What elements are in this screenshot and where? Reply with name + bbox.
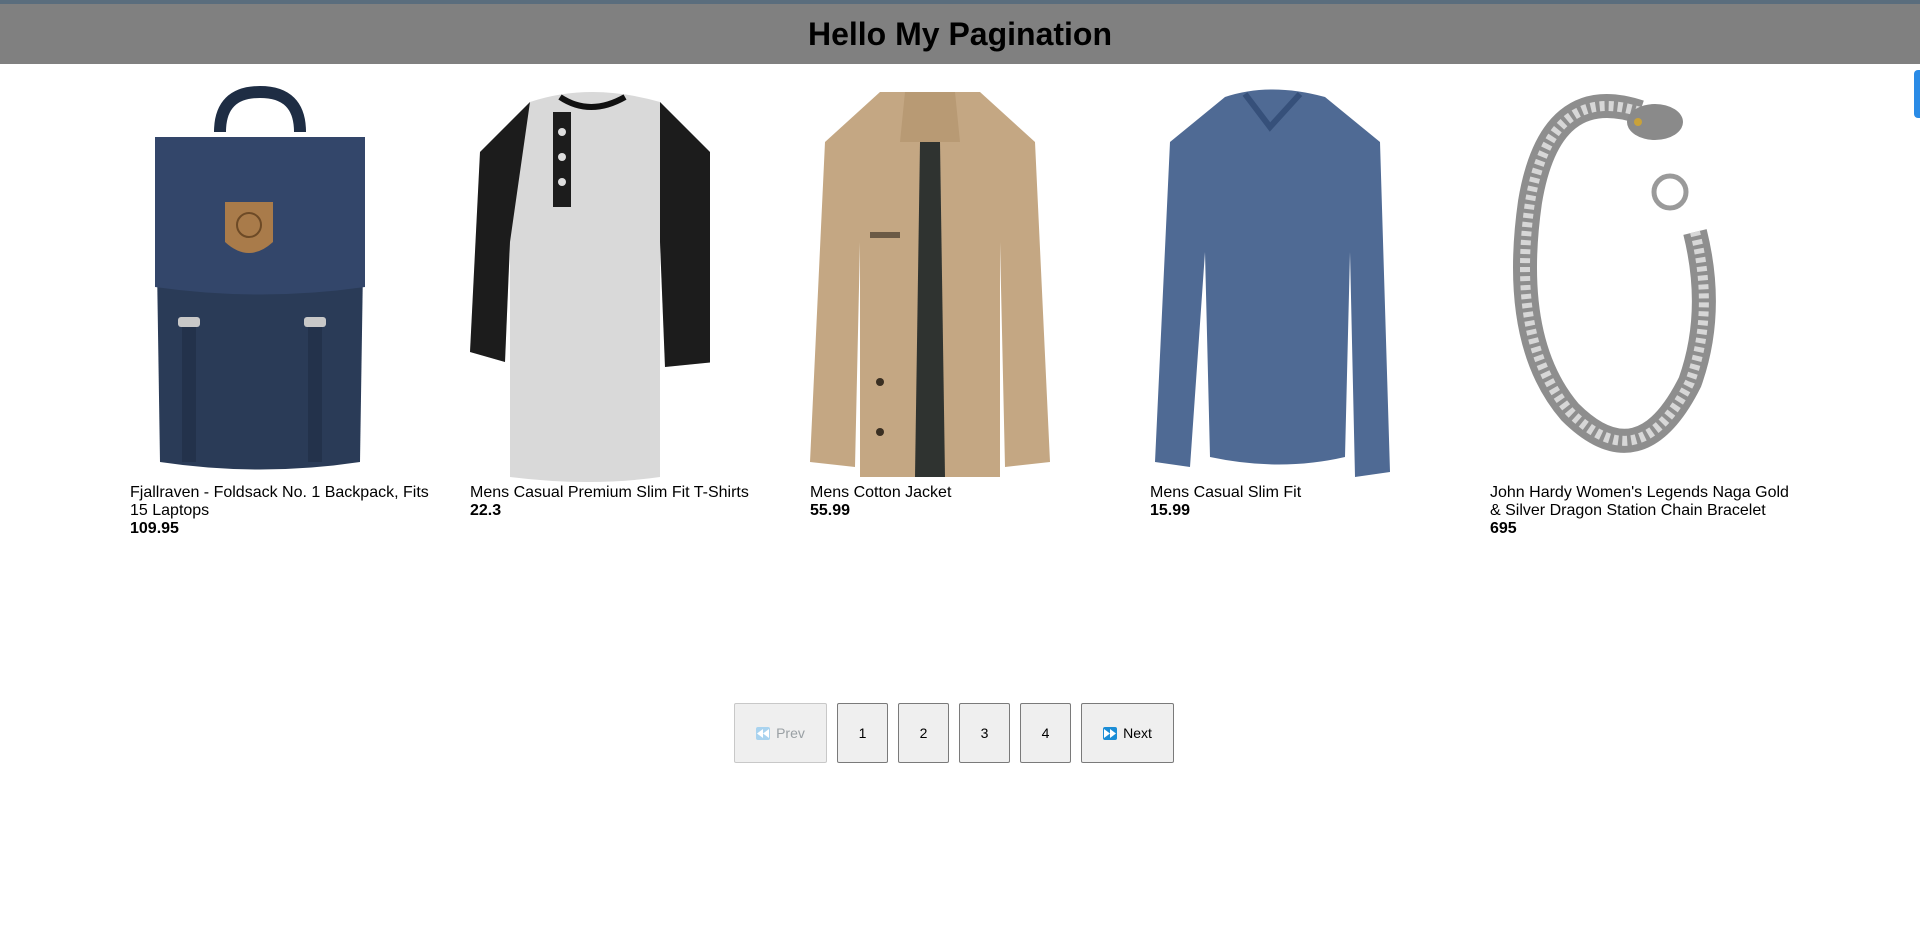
page-button-4[interactable]: 4 <box>1020 703 1071 763</box>
next-label: Next <box>1123 725 1152 741</box>
fast-forward-icon <box>1103 726 1118 740</box>
product-price: 22.3 <box>470 502 502 519</box>
page-button-1[interactable]: 1 <box>837 703 888 763</box>
page-button-3[interactable]: 3 <box>959 703 1010 763</box>
product-price: 695 <box>1490 520 1517 537</box>
product-price: 55.99 <box>810 502 851 519</box>
product-card[interactable]: Mens Casual Slim Fit 15.99 <box>1150 82 1490 538</box>
product-image-longsleeve[interactable] <box>1150 82 1390 482</box>
prev-label: Prev <box>776 725 805 741</box>
product-image-shirt[interactable] <box>470 82 710 482</box>
product-grid: Fjallraven - Foldsack No. 1 Backpack, Fi… <box>130 82 1830 538</box>
product-card[interactable]: Mens Cotton Jacket 55.99 <box>810 82 1150 538</box>
product-image-backpack[interactable] <box>130 82 370 482</box>
product-title: Mens Casual Premium Slim Fit T-Shirts <box>470 484 749 501</box>
rewind-icon <box>756 726 771 740</box>
product-title: Fjallraven - Foldsack No. 1 Backpack, Fi… <box>130 484 429 519</box>
page-button-2[interactable]: 2 <box>898 703 949 763</box>
product-price: 109.95 <box>130 520 179 537</box>
scroll-tab[interactable] <box>1914 70 1920 118</box>
page-header: Hello My Pagination <box>0 4 1920 64</box>
product-price: 15.99 <box>1150 502 1191 519</box>
product-card[interactable]: John Hardy Women's Legends Naga Gold & S… <box>1490 82 1830 538</box>
product-image-bracelet[interactable] <box>1490 82 1730 482</box>
product-title: John Hardy Women's Legends Naga Gold & S… <box>1490 484 1789 519</box>
page-title: Hello My Pagination <box>807 15 1113 52</box>
prev-button[interactable]: Prev <box>734 703 827 763</box>
product-card[interactable]: Fjallraven - Foldsack No. 1 Backpack, Fi… <box>130 82 470 538</box>
product-title: Mens Cotton Jacket <box>810 484 952 501</box>
product-image-jacket[interactable] <box>810 82 1050 482</box>
next-button[interactable]: Next <box>1081 703 1174 763</box>
pagination: Prev 1 2 3 4 Next <box>734 703 1174 763</box>
product-title: Mens Casual Slim Fit <box>1150 484 1302 501</box>
product-card[interactable]: Mens Casual Premium Slim Fit T-Shirts 22… <box>470 82 810 538</box>
